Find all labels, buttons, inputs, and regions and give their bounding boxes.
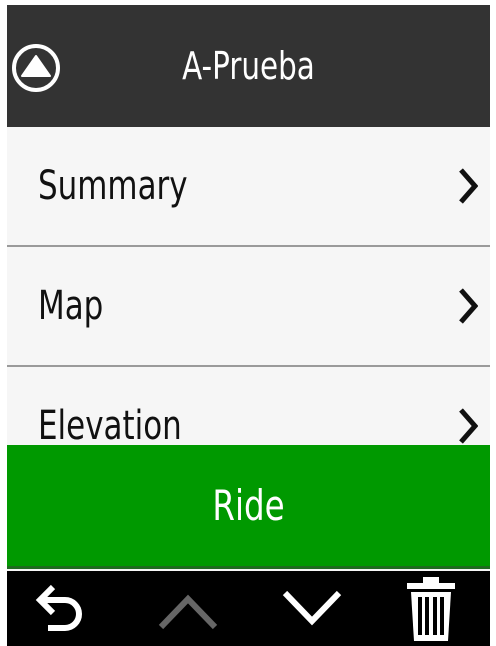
- scroll-up-button-disabled[interactable]: [155, 579, 221, 639]
- scroll-down-button[interactable]: [279, 579, 345, 639]
- menu-item-map[interactable]: Map: [7, 247, 490, 367]
- chevron-right-icon: [459, 288, 478, 324]
- ride-button-label: Ride: [212, 481, 285, 530]
- bottom-toolbar: [7, 571, 490, 646]
- menu-item-summary[interactable]: Summary: [7, 127, 490, 247]
- chevron-right-icon: [459, 408, 478, 444]
- chevron-down-icon: [282, 590, 342, 626]
- chevron-right-icon: [459, 168, 478, 204]
- menu-item-label: Summary: [38, 163, 188, 209]
- title-bar: A-Prueba: [7, 5, 490, 127]
- ride-button[interactable]: Ride: [7, 445, 490, 569]
- back-button[interactable]: [29, 579, 89, 639]
- menu-item-label: Map: [38, 283, 104, 329]
- delete-button[interactable]: [401, 575, 461, 643]
- device-screen: A-Prueba Summary Map Elevation Ride: [7, 5, 490, 646]
- trash-icon: [407, 577, 455, 641]
- chevron-up-icon: [158, 594, 218, 630]
- page-title: A-Prueba: [182, 44, 315, 88]
- back-arrow-icon: [35, 584, 82, 631]
